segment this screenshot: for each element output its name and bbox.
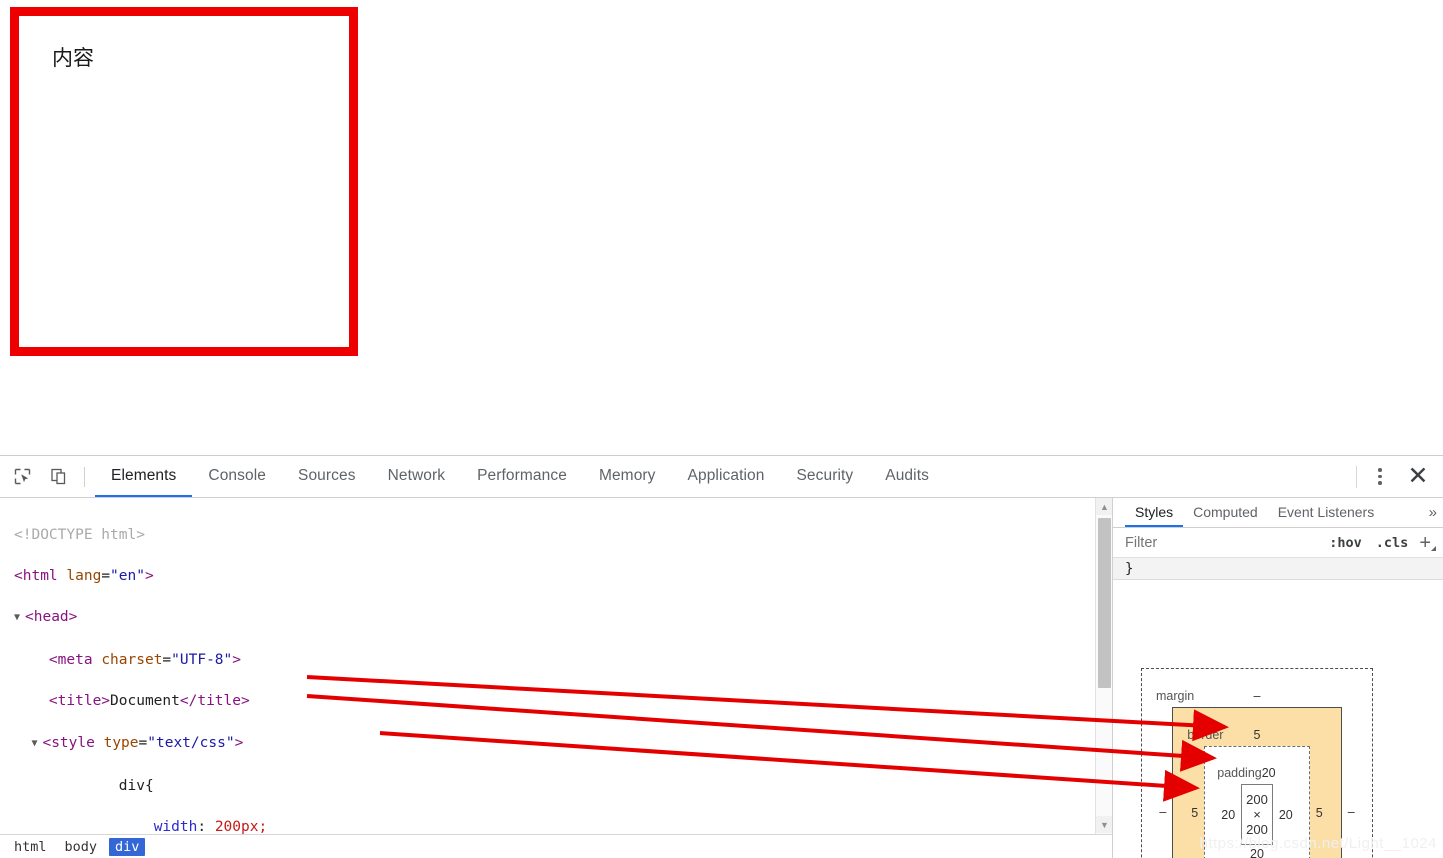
tab-computed[interactable]: Computed <box>1183 498 1268 527</box>
tab-security[interactable]: Security <box>780 456 869 497</box>
dom-tree[interactable]: <!DOCTYPE html> <html lang="en"> ▼ <head>… <box>0 498 1094 858</box>
tab-application[interactable]: Application <box>672 456 781 497</box>
css-value-width: 200px; <box>214 818 268 835</box>
dom-tree-pane: <!DOCTYPE html> <html lang="en"> ▼ <head>… <box>0 498 1113 858</box>
style-tag: <style <box>42 734 95 751</box>
box-model-margin-head: margin – <box>1154 689 1360 705</box>
dom-line-meta: <meta charset="UTF-8"> <box>48 652 241 669</box>
box-model-padding-left[interactable]: 20 <box>1215 808 1241 822</box>
box-model-padding-head: padding 20 <box>1215 766 1299 782</box>
style-type-value: "text/css" <box>147 734 235 751</box>
devtools-toolbar: Elements Console Sources Network Perform… <box>0 456 1443 498</box>
breadcrumb-item-div[interactable]: div <box>109 837 146 856</box>
dom-line-doctype: <!DOCTYPE html> <box>14 525 1094 546</box>
dom-line-head: ▼ <head> <box>14 607 1094 630</box>
meta-tag: <meta <box>48 652 93 669</box>
box-model-margin-label: margin <box>1156 689 1195 703</box>
tab-elements[interactable]: Elements <box>95 456 193 497</box>
html-lang-attr: lang <box>66 567 102 584</box>
tab-network[interactable]: Network <box>372 456 462 497</box>
box-model-margin-top[interactable]: – <box>1254 689 1261 703</box>
style-tag-close: > <box>234 734 244 751</box>
css-selector-div: div{ <box>118 777 154 794</box>
title-tag-open: <title> <box>48 693 111 710</box>
box-model-padding-label: padding <box>1217 766 1262 780</box>
browser-page-viewport: 内容 <box>0 0 1443 455</box>
more-tabs-icon[interactable]: » <box>1423 498 1443 527</box>
box-model-border-label: border <box>1187 728 1224 742</box>
devtools-body: <!DOCTYPE html> <html lang="en"> ▼ <head>… <box>0 498 1443 858</box>
meta-charset-value: "UTF-8" <box>171 652 233 669</box>
meta-charset-attr: charset <box>101 652 163 669</box>
box-model-border-left[interactable]: 5 <box>1185 806 1204 820</box>
tab-console[interactable]: Console <box>192 456 282 497</box>
styles-pane: Styles Computed Event Listeners » :hov .… <box>1113 498 1443 858</box>
toolbar-divider <box>84 466 85 487</box>
title-text: Document <box>110 693 180 710</box>
scroll-up-arrow-icon[interactable]: ▲ <box>1096 498 1112 515</box>
dom-line-title: <title>Document</title> <box>14 691 1094 712</box>
devtools-tab-bar: Elements Console Sources Network Perform… <box>95 456 945 497</box>
box-model-content-size: 200 × 200 <box>1246 792 1268 837</box>
box-model-border-top[interactable]: 5 <box>1254 728 1261 742</box>
box-model-diagram: margin – – border 5 5 padding 20 20 200 … <box>1141 668 1373 858</box>
title-tag-close: </title> <box>179 693 250 710</box>
scrollbar-thumb[interactable] <box>1098 518 1111 688</box>
head-tag: <head> <box>25 608 78 625</box>
html-tag-close: > <box>144 567 154 584</box>
box-model-border-right[interactable]: 5 <box>1310 806 1329 820</box>
scroll-down-arrow-icon[interactable]: ▼ <box>1096 816 1112 833</box>
tab-styles[interactable]: Styles <box>1125 498 1184 527</box>
inspect-element-icon[interactable] <box>8 463 36 491</box>
css-prop-width: width <box>153 818 198 835</box>
box-model-border-head: border 5 <box>1185 728 1328 744</box>
devtools-toolbar-right: ✕ <box>1356 456 1443 497</box>
demo-div-text: 内容 <box>52 46 94 70</box>
more-options-icon[interactable] <box>1369 464 1391 490</box>
style-type-attr: type <box>103 734 139 751</box>
demo-div-box: 内容 <box>10 7 358 356</box>
box-model-margin-layer[interactable]: margin – – border 5 5 padding 20 20 200 … <box>1141 668 1373 858</box>
box-model-padding-top[interactable]: 20 <box>1262 766 1276 780</box>
device-toolbar-icon[interactable] <box>44 463 72 491</box>
devtools-panel: Elements Console Sources Network Perform… <box>0 455 1443 858</box>
element-classes-button[interactable]: .cls <box>1369 535 1416 551</box>
hover-state-button[interactable]: :hov <box>1322 535 1369 551</box>
close-icon[interactable]: ✕ <box>1403 462 1433 492</box>
dom-line-style: ▼ <style type="text/css"> <box>14 733 1094 756</box>
watermark-text: https://blog.csdn.net/Light__1024 <box>1199 835 1437 852</box>
breadcrumb: html body div <box>0 834 1112 858</box>
html-lang-value: "en" <box>110 567 145 584</box>
html-tag: <html <box>14 567 58 584</box>
styles-filter-input[interactable] <box>1125 534 1323 551</box>
style-rule-text: } <box>1125 560 1134 577</box>
box-model-margin-right[interactable]: – <box>1342 805 1361 819</box>
tab-event-listeners[interactable]: Event Listeners <box>1268 498 1385 527</box>
tab-audits[interactable]: Audits <box>869 456 945 497</box>
tab-performance[interactable]: Performance <box>461 456 583 497</box>
new-style-rule-button[interactable]: + <box>1415 533 1437 553</box>
styles-tab-bar: Styles Computed Event Listeners » <box>1113 498 1443 528</box>
box-model-padding-right[interactable]: 20 <box>1273 808 1299 822</box>
toolbar-right-divider <box>1356 465 1357 488</box>
doctype-text: <!DOCTYPE html> <box>14 526 145 543</box>
css-line-selector: div{ <box>14 776 1094 797</box>
dom-pane-scrollbar[interactable]: ▲ ▼ <box>1095 498 1112 858</box>
style-rule-row[interactable]: } <box>1113 558 1443 580</box>
tab-memory[interactable]: Memory <box>583 456 672 497</box>
dom-line-html: <html lang="en"> <box>14 567 154 584</box>
tab-sources[interactable]: Sources <box>282 456 372 497</box>
breadcrumb-item-body[interactable]: body <box>59 838 104 856</box>
box-model-margin-left[interactable]: – <box>1153 805 1172 819</box>
chevron-down-icon[interactable]: ▼ <box>14 608 25 629</box>
meta-tag-close: > <box>232 652 241 669</box>
chevron-down-icon[interactable]: ▼ <box>31 734 42 755</box>
breadcrumb-item-html[interactable]: html <box>8 838 53 856</box>
styles-filter-row: :hov .cls + <box>1113 528 1443 558</box>
